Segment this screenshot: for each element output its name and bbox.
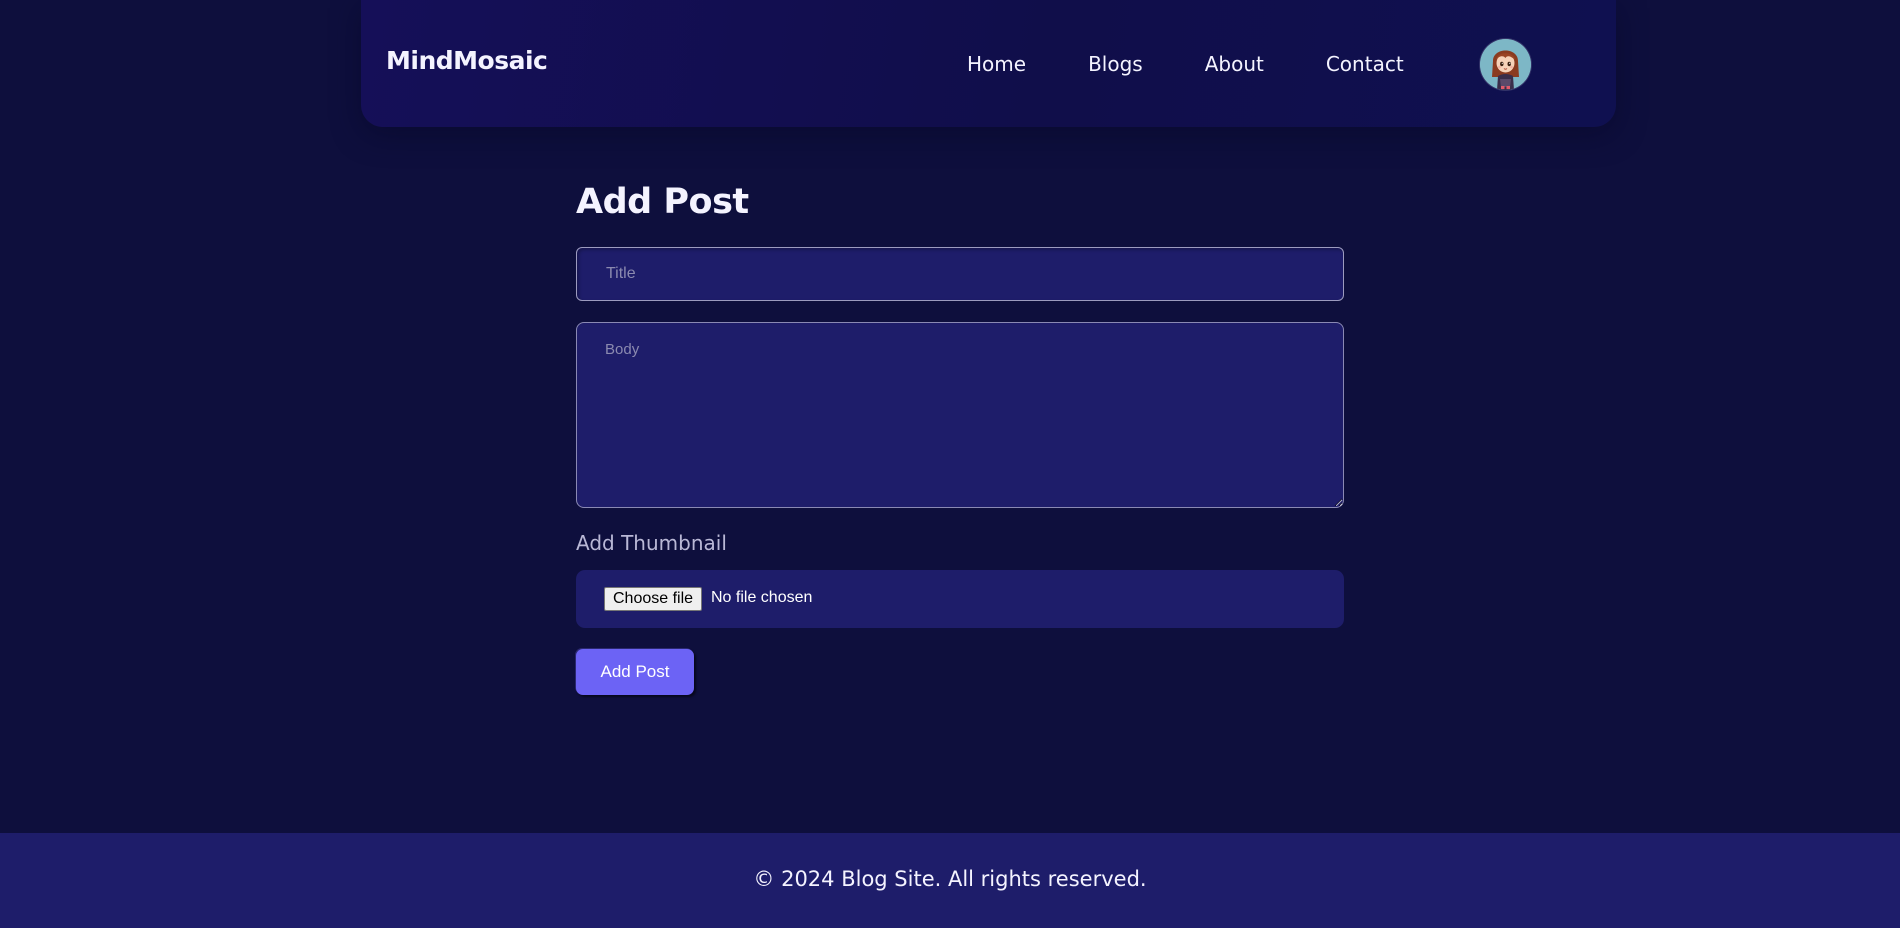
user-avatar-icon [1480,39,1531,90]
footer: © 2024 Blog Site. All rights reserved. [0,833,1900,928]
navbar: MindMosaic Home Blogs About Contact [361,0,1616,127]
nav-links: Home Blogs About Contact [967,52,1404,76]
footer-copyright: © 2024 Blog Site. All rights reserved. [753,867,1147,891]
page-title: Add Post [576,182,749,222]
choose-file-button[interactable]: Choose file [604,587,703,611]
avatar[interactable] [1480,39,1531,90]
thumbnail-file-input: Choose file No file chosen [576,570,1344,628]
nav-link-home[interactable]: Home [967,52,1026,76]
file-status-text: No file chosen [711,589,813,606]
body-textarea[interactable] [576,322,1344,508]
nav-link-blogs[interactable]: Blogs [1088,52,1143,76]
thumbnail-label: Add Thumbnail [576,531,727,555]
add-post-button[interactable]: Add Post [576,649,694,695]
title-input[interactable] [576,247,1344,301]
nav-link-about[interactable]: About [1205,52,1264,76]
nav-link-contact[interactable]: Contact [1326,52,1404,76]
brand-logo[interactable]: MindMosaic [386,46,548,75]
